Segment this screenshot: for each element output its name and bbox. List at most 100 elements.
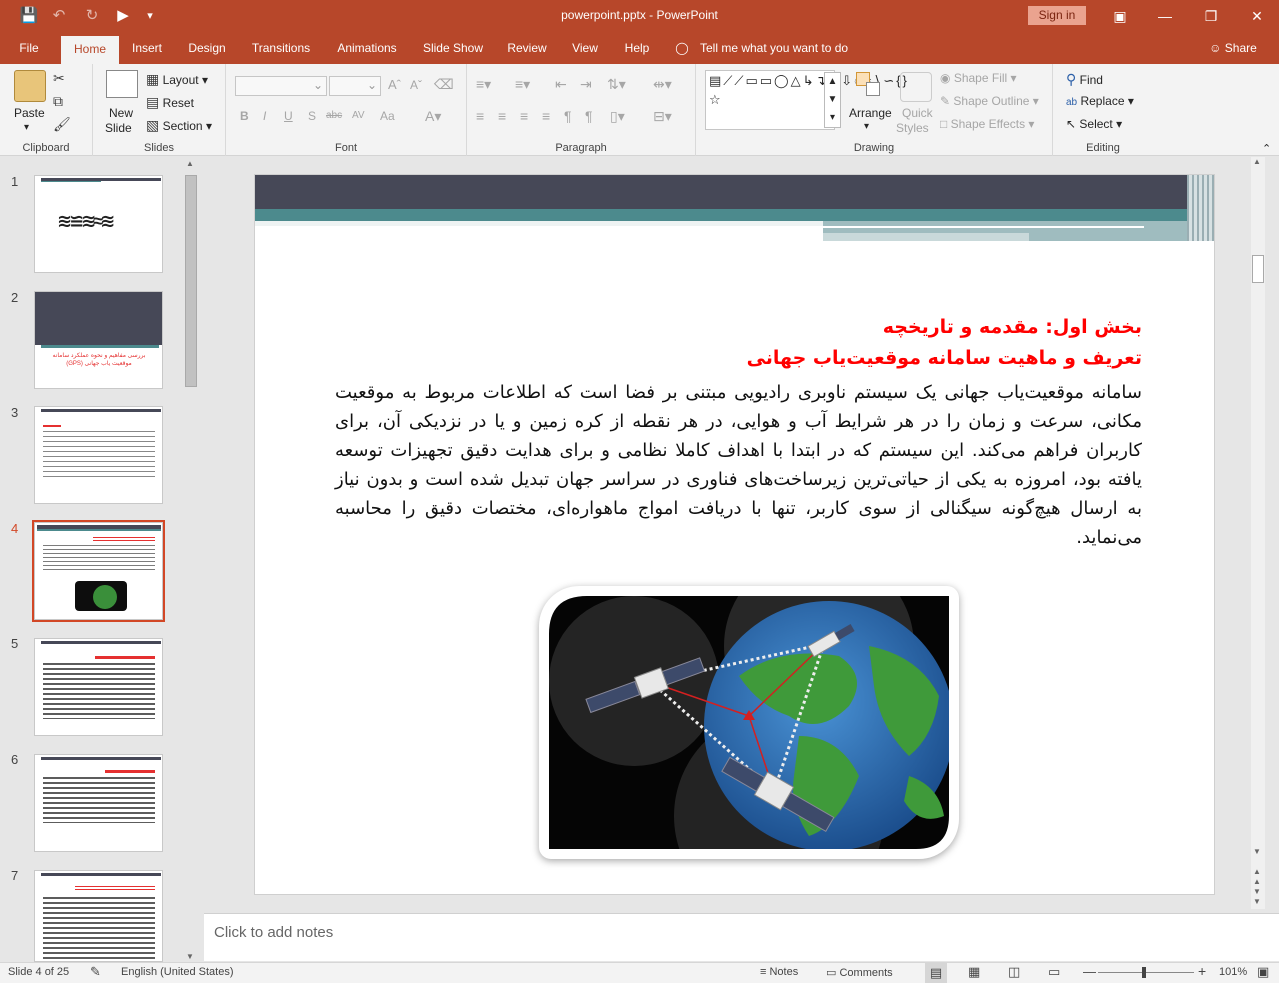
share-button[interactable]: ☺ Share — [1203, 33, 1263, 64]
replace-button[interactable]: ab Replace ▾ — [1066, 94, 1134, 108]
tab-animations[interactable]: Animations — [329, 33, 405, 64]
arrange-icon[interactable] — [856, 72, 882, 98]
reading-view-icon[interactable]: ◫ — [1008, 964, 1020, 980]
arrange-dropdown-icon[interactable]: ▾ — [864, 121, 869, 132]
slide-scroll-down-icon[interactable]: ▼ — [1253, 847, 1261, 856]
justify-icon[interactable]: ≡ — [542, 108, 550, 124]
character-spacing-button[interactable]: AV — [352, 110, 365, 121]
slide-heading-2[interactable]: تعریف و ماهیت سامانه موقعیت‌یاب جهانی — [335, 342, 1142, 374]
close-button[interactable]: ✕ — [1237, 4, 1277, 28]
increase-font-icon[interactable]: Aˆ — [388, 77, 401, 92]
gps-satellite-image[interactable] — [539, 586, 959, 859]
notes-placeholder[interactable]: Click to add notes — [214, 924, 333, 941]
fit-to-window-icon[interactable]: ▣ — [1257, 964, 1269, 980]
layout-button[interactable]: ▦ Layout ▾ — [146, 71, 208, 88]
align-text-icon[interactable]: ⊟▾ — [653, 108, 672, 125]
change-case-button[interactable]: Aa — [380, 109, 395, 123]
quick-styles-icon[interactable] — [900, 72, 932, 102]
shapes-gallery-scroll[interactable]: ▲ ▼ ▾ — [824, 72, 841, 128]
tab-view[interactable]: View — [564, 33, 606, 64]
text-shadow-button[interactable]: S — [308, 109, 316, 123]
slide-scrollbar[interactable]: ▲ ▼ ▲ ▲ ▼ ▼ — [1251, 157, 1265, 909]
cut-icon[interactable]: ✂ — [53, 70, 65, 87]
sign-in-button[interactable]: Sign in — [1028, 6, 1086, 25]
zoom-slider-thumb[interactable] — [1142, 967, 1146, 978]
decrease-font-icon[interactable]: Aˇ — [410, 78, 422, 92]
tab-help[interactable]: Help — [617, 33, 657, 64]
zoom-in-icon[interactable]: + — [1198, 963, 1206, 979]
font-name-combobox[interactable]: ⌄ — [235, 76, 327, 96]
zoom-slider-track[interactable] — [1098, 972, 1194, 973]
thumbnail-scroll-thumb[interactable] — [185, 175, 197, 387]
tab-home[interactable]: Home — [61, 36, 119, 64]
slide-scroll-up-icon[interactable]: ▲ — [1253, 157, 1261, 166]
previous-slide-icon[interactable]: ▲ ▲ — [1253, 867, 1261, 887]
slide-thumbnail-5[interactable] — [34, 638, 163, 736]
align-left-icon[interactable]: ≡ — [476, 108, 484, 124]
slide-thumbnail-7[interactable] — [34, 870, 163, 962]
rtl-icon[interactable]: ¶ — [564, 108, 572, 124]
slide-sorter-icon[interactable]: ▦ — [968, 964, 980, 980]
zoom-level[interactable]: 101% — [1219, 966, 1247, 978]
tab-insert[interactable]: Insert — [124, 33, 170, 64]
select-button[interactable]: ↖ Select ▾ — [1066, 117, 1122, 131]
line-spacing-icon[interactable]: ⇅▾ — [607, 76, 626, 93]
next-slide-icon[interactable]: ▼ ▼ — [1253, 887, 1261, 907]
spell-check-icon[interactable]: ✎ — [90, 964, 101, 980]
section-button[interactable]: ▧ Section ▾ — [146, 117, 212, 134]
underline-button[interactable]: U — [284, 109, 293, 123]
paste-dropdown-icon[interactable]: ▾ — [24, 122, 29, 133]
ltr-icon[interactable]: ¶ — [585, 108, 593, 124]
find-button[interactable]: ⚲ Find — [1066, 71, 1103, 88]
quick-styles-label-2[interactable]: Styles — [896, 121, 929, 135]
new-slide-icon[interactable] — [106, 70, 138, 98]
slide-counter[interactable]: Slide 4 of 25 — [8, 966, 69, 978]
shape-effects-button[interactable]: □ Shape Effects ▾ — [940, 117, 1034, 131]
slideshow-view-icon[interactable]: ▭ — [1048, 964, 1060, 980]
bullets-icon[interactable]: ≡▾ — [476, 76, 491, 93]
slide-scroll-thumb[interactable] — [1252, 255, 1264, 283]
strikethrough-button[interactable]: abc — [326, 110, 342, 121]
scroll-down-icon[interactable]: ▼ — [186, 952, 194, 961]
quick-styles-button[interactable]: Quick — [902, 106, 933, 120]
paste-icon[interactable] — [14, 70, 46, 102]
slide-thumbnail-6[interactable] — [34, 754, 163, 852]
slide-heading-1[interactable]: بخش اول: مقدمه و تاریخچه — [335, 311, 1142, 343]
tab-review[interactable]: Review — [501, 33, 553, 64]
thumbnail-scrollbar[interactable]: ▲ ▼ — [184, 159, 198, 961]
font-size-combobox[interactable]: ⌄ — [329, 76, 381, 96]
zoom-out-icon[interactable]: — — [1083, 964, 1096, 979]
slide-thumbnail-2[interactable]: بررسی مفاهیم و نحوه عملکرد سامانه موقعیت… — [34, 291, 163, 389]
text-direction-icon[interactable]: ⇹▾ — [653, 76, 672, 93]
tell-me-search[interactable]: Tell me what you want to do — [700, 33, 870, 64]
tab-transitions[interactable]: Transitions — [244, 33, 318, 64]
arrange-button[interactable]: Arrange — [849, 106, 892, 120]
current-slide[interactable]: بخش اول: مقدمه و تاریخچه تعریف و ماهیت س… — [254, 174, 1215, 895]
notes-button[interactable]: ≡ Notes — [760, 966, 798, 978]
notes-pane[interactable]: Click to add notes — [204, 913, 1279, 961]
tab-slide-show[interactable]: Slide Show — [416, 33, 490, 64]
new-slide-label-2[interactable]: Slide — [105, 121, 132, 135]
format-painter-icon[interactable]: 🖌 — [53, 116, 71, 133]
scroll-up-icon[interactable]: ▲ — [186, 159, 194, 168]
numbering-icon[interactable]: ≡▾ — [515, 76, 530, 93]
slide-body-text[interactable]: سامانه موقعیت‌یاب جهانی یک سیستم ناوبری … — [335, 378, 1142, 552]
columns-icon[interactable]: ▯▾ — [610, 108, 625, 125]
bold-button[interactable]: B — [240, 109, 249, 123]
paste-button[interactable]: Paste — [14, 106, 45, 120]
slide-thumbnail-4[interactable] — [34, 522, 163, 620]
align-center-icon[interactable]: ≡ — [498, 108, 506, 124]
shapes-gallery[interactable]: ▤⟋⟋▭▭◯△↳↴⇨⇩◌≈∖∽{}☆ — [705, 70, 907, 130]
comments-button[interactable]: ▭ Comments — [826, 966, 893, 979]
increase-indent-icon[interactable]: ⇥ — [580, 76, 592, 93]
align-right-icon[interactable]: ≡ — [520, 108, 528, 124]
minimize-button[interactable]: — — [1145, 4, 1185, 28]
language-indicator[interactable]: English (United States) — [121, 966, 234, 978]
collapse-ribbon-icon[interactable]: ⌃ — [1262, 142, 1271, 155]
tab-file[interactable]: File — [8, 33, 50, 64]
new-slide-button[interactable]: New — [109, 106, 133, 120]
shape-outline-button[interactable]: ✎ Shape Outline ▾ — [940, 94, 1039, 108]
reset-button[interactable]: ▤ Reset — [146, 94, 194, 111]
clear-formatting-icon[interactable]: ⌫ — [434, 76, 454, 93]
normal-view-icon[interactable]: ▤ — [925, 963, 947, 983]
